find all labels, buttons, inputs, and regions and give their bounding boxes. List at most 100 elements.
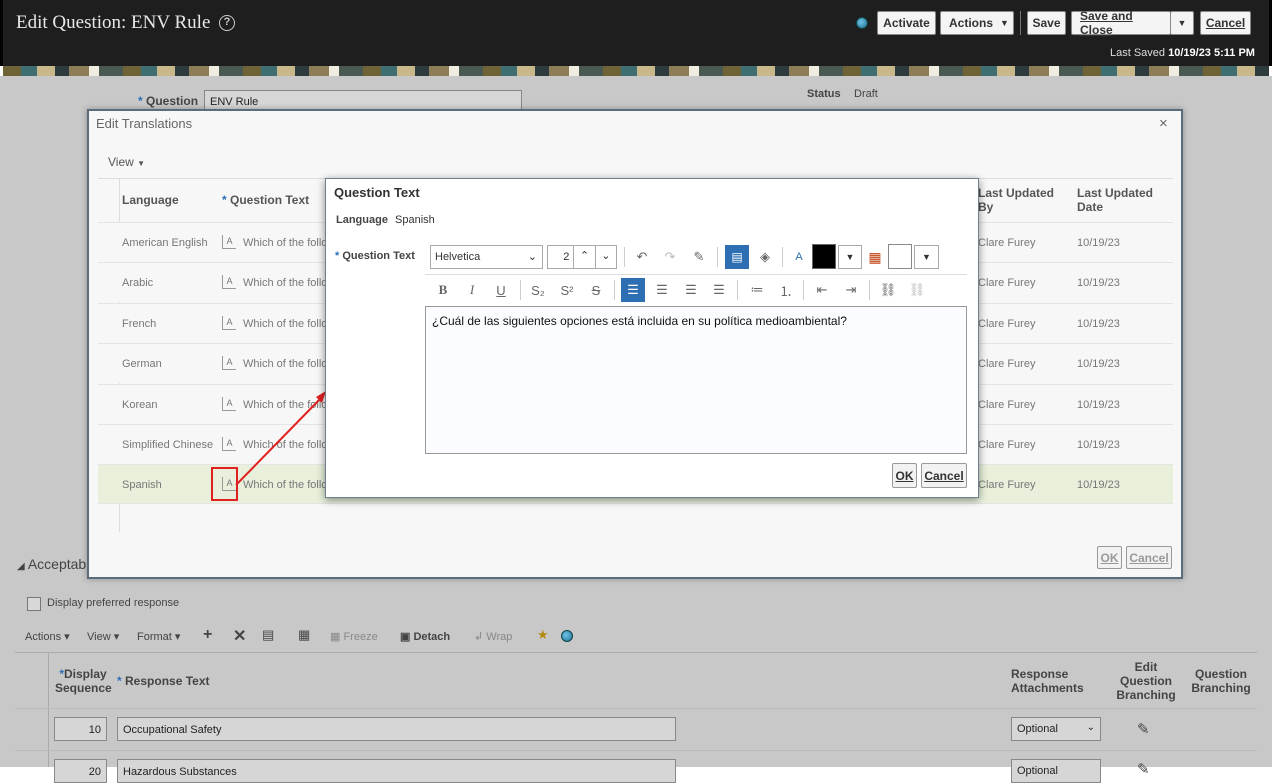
save-button[interactable]: Save xyxy=(1027,11,1066,35)
background-color-icon[interactable]: ▦ xyxy=(864,246,886,268)
link-icon[interactable]: ⛓ xyxy=(877,279,899,301)
delete-icon[interactable]: ✕ xyxy=(233,626,246,646)
undo-icon[interactable]: ↶ xyxy=(631,246,653,268)
toolbar-separator xyxy=(614,280,615,300)
bold-icon[interactable]: B xyxy=(432,279,454,301)
strikethrough-icon[interactable]: S xyxy=(585,279,607,301)
last-saved-label: Last Saved xyxy=(1110,47,1166,59)
translations-ok-button[interactable]: OK xyxy=(1097,546,1122,569)
col-display-sequence: *Display Sequence xyxy=(55,667,112,695)
resp-actions-menu[interactable]: Actions ▾ xyxy=(25,630,70,643)
numbered-list-icon[interactable]: ⒈ xyxy=(775,279,797,301)
outdent-icon[interactable]: ⇤ xyxy=(811,279,833,301)
toolbar-divider xyxy=(425,274,967,275)
resp-format-menu[interactable]: Format ▾ xyxy=(137,630,180,643)
align-right-icon[interactable]: ☰ xyxy=(680,279,702,301)
attachments-select[interactable]: Optional xyxy=(1011,759,1101,783)
response-text-input[interactable]: Hazardous Substances xyxy=(117,759,676,783)
superscript-icon[interactable]: S² xyxy=(556,279,578,301)
font-size-stepper[interactable]: 2 ⌃ ⌄ xyxy=(547,245,617,269)
resp-view-menu[interactable]: View ▾ xyxy=(87,630,119,643)
detach-button[interactable]: ▣ Detach xyxy=(400,630,450,643)
arrow-annotation xyxy=(235,391,326,486)
chevron-down-icon: ⌄ xyxy=(594,246,616,268)
activate-button[interactable]: Activate xyxy=(877,11,936,35)
underline-icon[interactable]: U xyxy=(490,279,512,301)
background-color-caret-icon[interactable]: ▼ xyxy=(914,245,939,269)
edit-text-icon[interactable]: A xyxy=(222,316,236,330)
dialog-title: Question Text xyxy=(334,185,420,200)
row-updated-date: 10/19/23 xyxy=(1077,358,1120,370)
sequence-input[interactable]: 10 xyxy=(54,717,107,741)
align-left-icon[interactable]: ☰ xyxy=(621,278,645,302)
edit-text-icon[interactable]: A xyxy=(222,356,236,370)
export-icon[interactable]: ▦ xyxy=(298,627,310,643)
text-color-caret-icon[interactable]: ▼ xyxy=(838,245,862,269)
globe-icon[interactable] xyxy=(561,630,573,642)
last-saved: Last Saved 10/19/23 5:11 PM xyxy=(1110,47,1255,59)
redo-icon[interactable]: ↷ xyxy=(659,246,681,268)
translations-cancel-button[interactable]: Cancel xyxy=(1126,546,1172,569)
edit-pencil-icon[interactable]: ✎ xyxy=(1137,760,1150,778)
query-icon[interactable]: ▤ xyxy=(262,627,274,643)
italic-icon[interactable]: I xyxy=(461,279,483,301)
row-question-text: Which of the follo xyxy=(243,277,328,289)
row-updated-by: Clare Furey xyxy=(978,277,1036,289)
save-and-close-button[interactable]: Save and Close xyxy=(1071,9,1171,37)
actions-menu-button[interactable]: Actions ▼ xyxy=(940,11,1014,35)
col-response-text: * Response Text xyxy=(117,674,210,688)
favorite-star-icon[interactable]: ★ xyxy=(537,627,549,643)
col-response-attachments: Response Attachments xyxy=(1011,667,1084,695)
response-text-input[interactable]: Occupational Safety xyxy=(117,717,676,741)
cancel-button[interactable]: Cancel xyxy=(921,463,967,488)
question-text-editor[interactable]: ¿Cuál de las siguientes opciones está in… xyxy=(425,306,967,454)
cancel-button[interactable]: Cancel xyxy=(1200,11,1251,35)
unlink-icon[interactable]: ⛓ xyxy=(906,279,928,301)
source-mode-icon[interactable]: ◈ xyxy=(754,246,776,268)
last-saved-value: 10/19/23 5:11 PM xyxy=(1168,47,1255,59)
bulleted-list-icon[interactable]: ≔ xyxy=(746,279,768,301)
background-color-swatch[interactable] xyxy=(888,244,912,269)
attachments-select[interactable]: Optional ⌄ xyxy=(1011,717,1101,741)
text-color-swatch[interactable] xyxy=(812,244,836,269)
view-menu[interactable]: View ▼ xyxy=(108,155,145,169)
row-question-text: Which of the follo xyxy=(243,318,328,330)
indent-icon[interactable]: ⇥ xyxy=(840,279,862,301)
display-preferred-checkbox[interactable] xyxy=(27,597,41,611)
wrap-button[interactable]: ↲ Wrap xyxy=(474,630,512,643)
row-updated-date: 10/19/23 xyxy=(1077,399,1120,411)
text-color-icon[interactable]: A xyxy=(788,246,810,268)
row-updated-by: Clare Furey xyxy=(978,237,1036,249)
align-justify-icon[interactable]: ☰ xyxy=(708,279,730,301)
edit-pencil-icon[interactable]: ✎ xyxy=(1137,720,1150,738)
add-icon[interactable]: + xyxy=(203,626,212,644)
row-updated-date: 10/19/23 xyxy=(1077,318,1120,330)
row-language: Spanish xyxy=(122,479,162,491)
edit-text-icon[interactable]: A xyxy=(222,235,236,249)
align-center-icon[interactable]: ☰ xyxy=(651,279,673,301)
close-icon[interactable]: × xyxy=(1159,115,1168,132)
row-language: Korean xyxy=(122,399,158,411)
toolbar-separator xyxy=(803,280,804,300)
row-updated-date: 10/19/23 xyxy=(1077,237,1120,249)
subscript-icon[interactable]: S₂ xyxy=(527,279,549,301)
sequence-input[interactable]: 20 xyxy=(54,759,107,783)
row-updated-date: 10/19/23 xyxy=(1077,479,1120,491)
rich-text-mode-icon[interactable]: ▤ xyxy=(725,245,749,269)
acceptable-responses-section[interactable]: ◢ Acceptab xyxy=(17,556,86,572)
row-language: French xyxy=(122,318,157,330)
toolbar-separator xyxy=(624,247,625,267)
row-updated-by: Clare Furey xyxy=(978,439,1036,451)
save-menu-caret-icon[interactable]: ▼ xyxy=(1170,11,1194,35)
help-icon[interactable]: ? xyxy=(219,15,235,31)
edit-text-icon[interactable]: A xyxy=(222,275,236,289)
ok-button[interactable]: OK xyxy=(892,463,917,488)
clear-format-icon[interactable]: ✎ xyxy=(688,246,710,268)
row-language: Simplified Chinese xyxy=(122,439,214,451)
globe-icon[interactable] xyxy=(856,17,868,29)
col-language: Language xyxy=(122,193,179,207)
font-select[interactable]: Helvetica ⌄ xyxy=(430,245,543,269)
page-title: Edit Question: ENV Rule xyxy=(16,12,211,33)
dialog-title: Edit Translations xyxy=(96,116,193,131)
freeze-button[interactable]: ▦ Freeze xyxy=(330,630,378,643)
